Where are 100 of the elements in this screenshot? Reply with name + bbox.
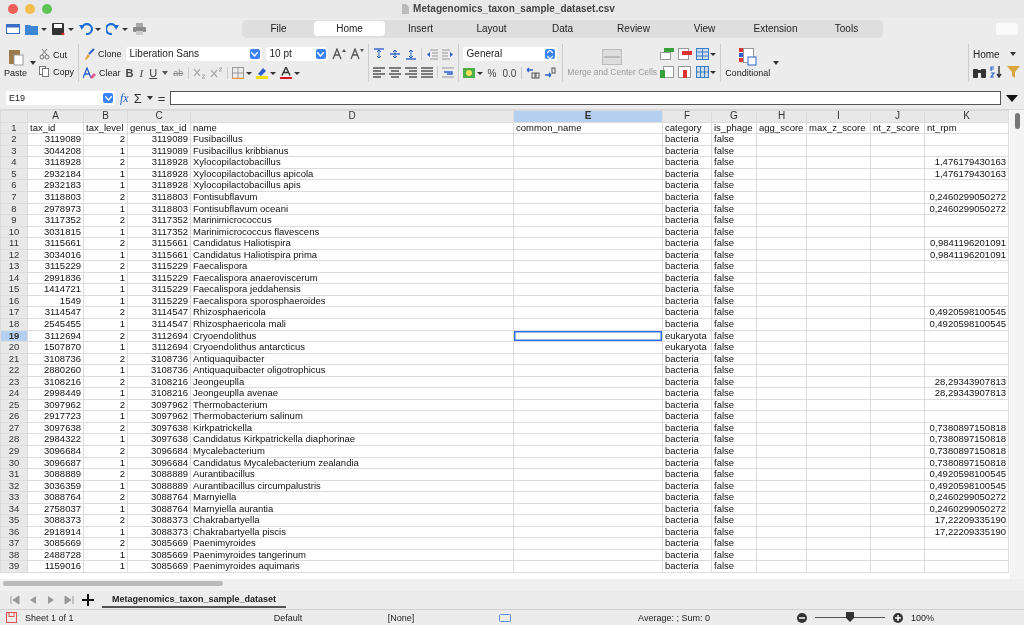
row-header[interactable]: 27 [0,422,28,434]
row-header[interactable]: 23 [0,376,28,388]
menu-tab[interactable]: Extension [740,21,811,37]
menu-tab[interactable]: Tools [811,21,882,37]
row-header[interactable]: 25 [0,399,28,411]
zoom-slider-thumb[interactable] [846,612,854,623]
row-header[interactable]: 12 [0,249,28,261]
font-size-field[interactable]: 10 pt [265,47,328,62]
row-header[interactable]: 19 [0,330,28,342]
selected-cell[interactable] [513,330,663,342]
clear-button[interactable]: Clear [83,67,121,80]
caret-icon[interactable] [146,96,153,101]
outdent-icon[interactable] [425,48,438,61]
column-header[interactable]: I [806,110,871,123]
formula-input-field[interactable] [170,91,1001,106]
sheet-tab[interactable]: Metagenomics_taxon_sample_dataset [102,592,287,609]
undo-icon[interactable] [79,22,101,35]
text-align-icon[interactable] [404,66,417,79]
menu-tab[interactable]: View [669,21,740,37]
column-header[interactable]: K [924,110,1009,123]
sort-icon[interactable] [990,66,1003,78]
last-sheet-icon[interactable] [64,595,74,606]
column-header[interactable]: J [870,110,925,123]
row-table-icon[interactable] [696,48,717,61]
name-box[interactable]: E19 [6,91,115,106]
row-header[interactable]: 30 [0,457,28,469]
first-sheet-icon[interactable] [10,595,20,606]
expand-icon[interactable] [1006,94,1018,102]
copy-button[interactable]: Copy [39,66,75,78]
column-header[interactable]: E [513,110,663,123]
menu-tab[interactable]: Review [598,21,669,37]
delete-row-icon[interactable] [678,48,693,61]
font-color-icon[interactable] [280,67,301,80]
indent-icon[interactable] [441,48,454,61]
currency-icon[interactable] [462,67,483,80]
sum-button[interactable]: Σ [133,90,142,106]
formula-button[interactable]: = [157,90,166,106]
decimal-format-button[interactable]: 0.0 [501,68,518,79]
percent-button[interactable]: % [486,68,498,79]
menu-tab[interactable]: Layout [456,21,527,37]
row-header[interactable]: 21 [0,353,28,365]
row-header[interactable]: 10 [0,226,28,238]
font-name-field[interactable]: Liberation Sans [125,47,262,62]
next-sheet-icon[interactable] [46,595,56,606]
conditional-format-button[interactable]: Conditional [725,48,771,79]
column-header[interactable]: C [127,110,191,123]
insert-column-icon[interactable] [660,66,675,79]
column-header[interactable]: D [190,110,514,123]
column-header[interactable]: H [756,110,807,123]
caret-icon[interactable] [773,61,780,66]
caret-icon[interactable] [162,71,169,76]
insert-row-icon[interactable] [660,48,675,61]
zoom-out-icon[interactable] [797,612,807,623]
printer-icon[interactable] [133,22,146,35]
text-align-icon[interactable] [372,66,385,79]
add-decimal-icon[interactable] [526,67,541,80]
remove-decimal-icon[interactable] [544,67,559,80]
number-format-field[interactable]: General [462,47,557,62]
underline-button[interactable]: U [148,67,159,80]
menu-tab[interactable]: Insert [385,21,456,37]
caret-icon[interactable] [30,61,36,66]
row-header[interactable]: 3 [0,145,28,157]
grow-font-icon[interactable] [331,48,346,61]
row-header[interactable]: 5 [0,168,28,180]
italic-button[interactable]: I [138,67,145,80]
text-align-icon[interactable] [388,66,401,79]
row-header[interactable]: 32 [0,480,28,492]
bold-button[interactable]: B [124,67,135,80]
clone-button[interactable]: Clone [83,48,122,61]
sidebar-deck-dropdown[interactable]: Home [973,49,1020,60]
menu-tab[interactable]: Data [527,21,598,37]
scrollbar-thumb[interactable] [1014,113,1020,130]
binoculars-icon[interactable] [973,66,986,78]
redo-icon[interactable] [106,22,128,35]
vertical-align-icon[interactable] [404,48,417,61]
paste-button[interactable]: Paste [4,48,27,79]
sidebar-icon[interactable] [6,22,20,35]
row-header[interactable]: 36 [0,526,28,538]
wrap-text-icon[interactable] [441,66,454,79]
row-header[interactable]: 34 [0,503,28,515]
row-header[interactable]: 38 [0,549,28,561]
shrink-font-icon[interactable] [349,48,364,61]
highlight-icon[interactable] [256,67,277,80]
save-icon[interactable] [52,22,74,35]
borders-icon[interactable] [232,67,253,80]
column-header[interactable]: G [711,110,757,123]
cut-button[interactable]: Cut [39,49,75,61]
close-button[interactable] [8,3,18,14]
row-header[interactable]: 1 [0,122,28,134]
text-align-icon[interactable] [420,66,433,79]
column-header[interactable]: B [83,110,128,123]
row-header[interactable]: 8 [0,203,28,215]
menu-tab[interactable]: Home [314,21,385,37]
delete-column-icon[interactable] [678,66,693,79]
vertical-align-icon[interactable] [388,48,401,61]
row-header[interactable]: 16 [0,295,28,307]
add-sheet-icon[interactable] [82,594,94,607]
column-header[interactable]: A [27,110,84,123]
function-wizard-button[interactable]: fx [120,90,129,106]
row-header[interactable]: 14 [0,272,28,284]
